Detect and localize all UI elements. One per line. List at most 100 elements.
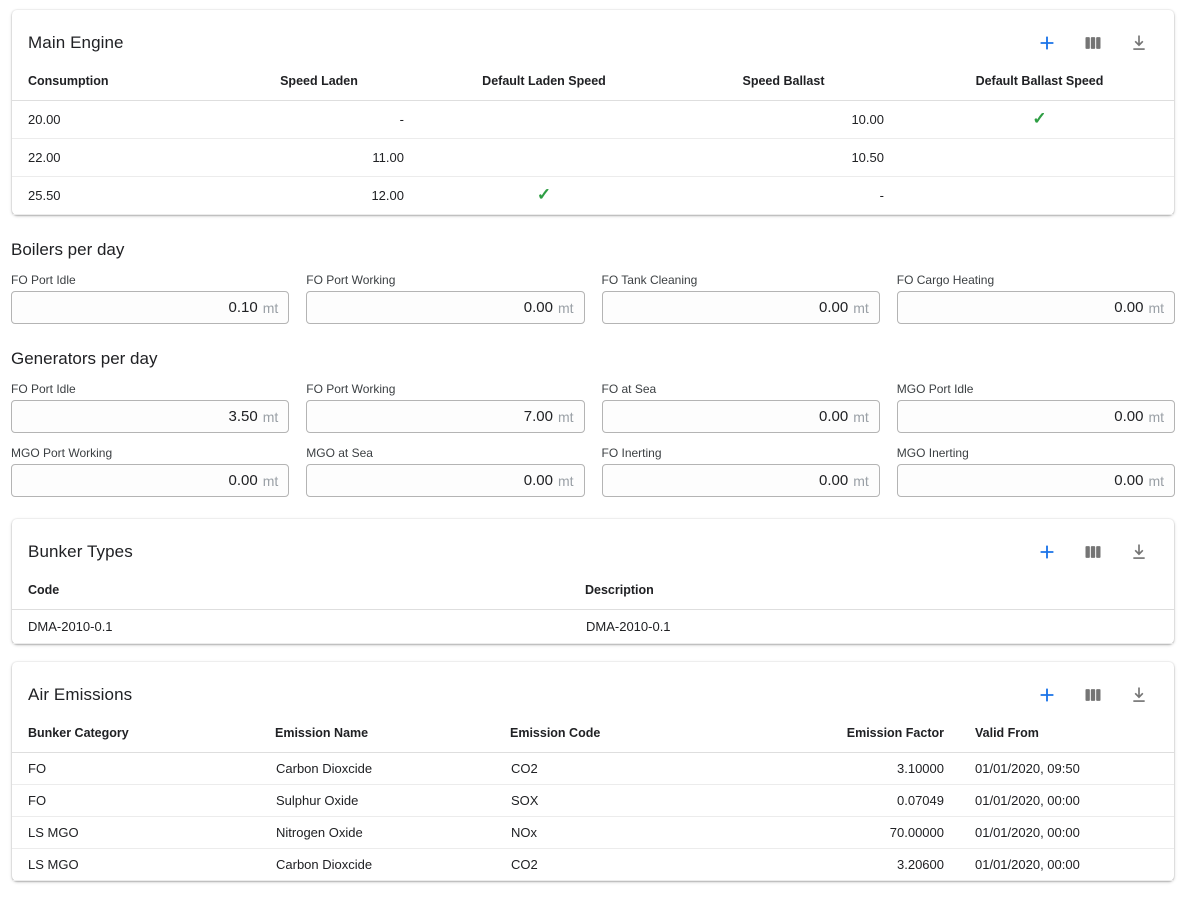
cell-default-laden-speed	[426, 139, 662, 177]
air-emissions-card: Air Emissions Bunker Category Emission N…	[12, 662, 1174, 881]
air-emissions-title: Air Emissions	[28, 685, 132, 705]
unit-label: mt	[558, 473, 574, 489]
cell-bunker-category: LS MGO	[12, 849, 275, 881]
column-settings-icon[interactable]	[1082, 541, 1104, 563]
bunker-types-title: Bunker Types	[28, 542, 133, 562]
gen-mgo-at-sea-input[interactable]	[317, 472, 553, 489]
field-fo-port-working: FO Port Working mt	[306, 273, 584, 324]
gen-fo-port-idle-input[interactable]	[22, 408, 258, 425]
bunker-types-table: Code Description DMA-2010-0.1 DMA-2010-0…	[12, 575, 1174, 644]
input-box: mt	[897, 400, 1175, 433]
table-row[interactable]: LS MGO Carbon Dioxcide CO2 3.20600 01/01…	[12, 849, 1174, 881]
cell-valid-from: 01/01/2020, 09:50	[950, 753, 1174, 785]
boilers-fields: FO Port Idle mt FO Port Working mt FO Ta…	[11, 273, 1175, 324]
cell-emission-code: CO2	[510, 849, 750, 881]
column-header-emission-code: Emission Code	[510, 718, 750, 753]
export-icon[interactable]	[1128, 684, 1150, 706]
table-row[interactable]: 22.00 11.00 10.50	[12, 139, 1174, 177]
input-box: mt	[306, 400, 584, 433]
column-settings-icon[interactable]	[1082, 32, 1104, 54]
main-engine-toolbar	[1036, 32, 1150, 54]
field-label: FO Port Working	[306, 273, 584, 287]
input-box: mt	[11, 464, 289, 497]
unit-label: mt	[1148, 473, 1164, 489]
field-label: MGO Port Working	[11, 446, 289, 460]
field-fo-cargo-heating: FO Cargo Heating mt	[897, 273, 1175, 324]
check-icon: ✓	[1032, 109, 1046, 128]
field-gen-fo-inerting: FO Inerting mt	[602, 446, 880, 497]
column-header-default-ballast-speed: Default Ballast Speed	[905, 66, 1174, 101]
cell-emission-factor: 3.10000	[750, 753, 950, 785]
cell-consumption: 20.00	[12, 101, 212, 139]
field-gen-fo-port-idle: FO Port Idle mt	[11, 382, 289, 433]
fo-cargo-heating-input[interactable]	[908, 299, 1144, 316]
column-header-emission-factor: Emission Factor	[750, 718, 950, 753]
cell-valid-from: 01/01/2020, 00:00	[950, 785, 1174, 817]
column-header-speed-ballast: Speed Ballast	[662, 66, 905, 101]
cell-default-ballast-speed: ✓	[905, 101, 1174, 139]
unit-label: mt	[1148, 300, 1164, 316]
column-header-emission-name: Emission Name	[275, 718, 510, 753]
table-row[interactable]: FO Sulphur Oxide SOX 0.07049 01/01/2020,…	[12, 785, 1174, 817]
cell-emission-name: Nitrogen Oxide	[275, 817, 510, 849]
input-box: mt	[11, 400, 289, 433]
fo-port-idle-input[interactable]	[22, 299, 258, 316]
main-engine-card-header: Main Engine	[12, 10, 1174, 66]
input-box: mt	[602, 464, 880, 497]
cell-speed-ballast: 10.00	[662, 101, 905, 139]
field-label: FO Cargo Heating	[897, 273, 1175, 287]
column-header-default-laden-speed: Default Laden Speed	[426, 66, 662, 101]
add-icon[interactable]	[1036, 684, 1058, 706]
air-emissions-card-header: Air Emissions	[12, 662, 1174, 718]
unit-label: mt	[853, 409, 869, 425]
unit-label: mt	[1148, 409, 1164, 425]
gen-fo-inerting-input[interactable]	[613, 472, 849, 489]
gen-mgo-port-working-input[interactable]	[22, 472, 258, 489]
export-icon[interactable]	[1128, 32, 1150, 54]
add-icon[interactable]	[1036, 541, 1058, 563]
field-gen-mgo-inerting: MGO Inerting mt	[897, 446, 1175, 497]
column-settings-icon[interactable]	[1082, 684, 1104, 706]
input-box: mt	[897, 464, 1175, 497]
export-icon[interactable]	[1128, 541, 1150, 563]
gen-fo-port-working-input[interactable]	[317, 408, 553, 425]
table-row[interactable]: 25.50 12.00 ✓ -	[12, 177, 1174, 215]
field-label: FO Port Idle	[11, 382, 289, 396]
field-gen-mgo-port-idle: MGO Port Idle mt	[897, 382, 1175, 433]
table-row[interactable]: DMA-2010-0.1 DMA-2010-0.1	[12, 610, 1174, 644]
main-engine-title: Main Engine	[28, 33, 124, 53]
cell-emission-code: SOX	[510, 785, 750, 817]
main-engine-table: Consumption Speed Laden Default Laden Sp…	[12, 66, 1174, 215]
table-row[interactable]: FO Carbon Dioxcide CO2 3.10000 01/01/202…	[12, 753, 1174, 785]
bunker-types-card-header: Bunker Types	[12, 519, 1174, 575]
gen-mgo-inerting-input[interactable]	[908, 472, 1144, 489]
field-label: FO Port Working	[306, 382, 584, 396]
add-icon[interactable]	[1036, 32, 1058, 54]
cell-emission-code: NOx	[510, 817, 750, 849]
field-label: FO Tank Cleaning	[602, 273, 880, 287]
cell-speed-ballast: -	[662, 177, 905, 215]
cell-emission-factor: 3.20600	[750, 849, 950, 881]
table-row[interactable]: LS MGO Nitrogen Oxide NOx 70.00000 01/01…	[12, 817, 1174, 849]
cell-default-ballast-speed	[905, 139, 1174, 177]
fo-tank-cleaning-input[interactable]	[613, 299, 849, 316]
field-fo-port-idle: FO Port Idle mt	[11, 273, 289, 324]
cell-emission-factor: 70.00000	[750, 817, 950, 849]
bunker-types-header-row: Code Description	[12, 575, 1174, 610]
fo-port-working-input[interactable]	[317, 299, 553, 316]
column-header-description: Description	[585, 575, 1174, 610]
check-icon: ✓	[537, 185, 551, 204]
unit-label: mt	[853, 473, 869, 489]
cell-code: DMA-2010-0.1	[12, 610, 585, 644]
gen-fo-at-sea-input[interactable]	[613, 408, 849, 425]
cell-valid-from: 01/01/2020, 00:00	[950, 817, 1174, 849]
cell-consumption: 22.00	[12, 139, 212, 177]
field-label: FO Port Idle	[11, 273, 289, 287]
input-box: mt	[602, 291, 880, 324]
column-header-bunker-category: Bunker Category	[12, 718, 275, 753]
gen-mgo-port-idle-input[interactable]	[908, 408, 1144, 425]
table-row[interactable]: 20.00 - 10.00 ✓	[12, 101, 1174, 139]
column-header-valid-from: Valid From	[950, 718, 1174, 753]
cell-bunker-category: LS MGO	[12, 817, 275, 849]
unit-label: mt	[558, 409, 574, 425]
